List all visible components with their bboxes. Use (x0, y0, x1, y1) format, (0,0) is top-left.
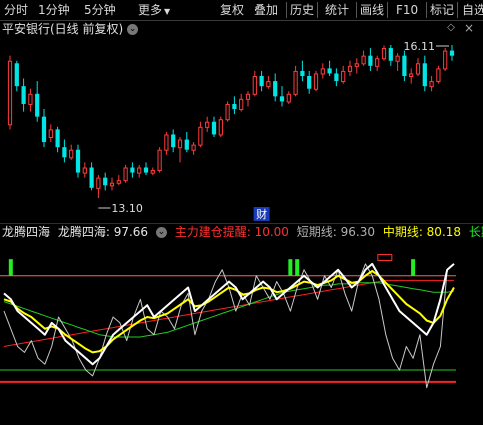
signal-bar (288, 259, 293, 276)
candle-body-up (69, 149, 74, 159)
candle-body-up (150, 170, 155, 174)
candle-body-up (415, 63, 421, 75)
candle-body-up (7, 60, 13, 126)
signal-bar (411, 259, 416, 276)
indicator-main-value: 龙腾四海: 97.66 (57, 225, 149, 239)
candle-body-down (171, 134, 176, 148)
candle-body-up (286, 93, 291, 103)
candle-body-down (232, 103, 237, 110)
candle-body-down (211, 121, 217, 135)
candle-body-down (327, 68, 332, 74)
candle-body-up (177, 139, 183, 149)
candle-body-down (143, 167, 149, 173)
candle-body-down (103, 177, 108, 186)
indicator-name[interactable]: 龙腾四海 (2, 225, 50, 239)
candle-body-up (96, 177, 101, 189)
candle-body-up (436, 68, 441, 83)
candle-body-down (300, 70, 305, 77)
candle-body-down (35, 93, 40, 117)
high-price-label: 16.11 (404, 40, 436, 53)
candle-body-up (347, 65, 353, 72)
candle-body-down (55, 129, 60, 148)
candle-body-down (449, 50, 455, 56)
candle-body-up (245, 93, 251, 100)
candle-body-up (191, 144, 196, 151)
candle-body-down (402, 55, 407, 77)
candle-body-down (14, 63, 19, 87)
candle-body-up (164, 134, 169, 151)
signal-bar (295, 259, 300, 276)
candle-body-down (368, 55, 373, 66)
candle-body-down (41, 116, 47, 143)
candle-body-up (266, 81, 271, 88)
candle-body-up (109, 182, 115, 187)
candle-body-up (361, 55, 366, 65)
candle-body-up (381, 48, 387, 60)
candle-body-up (375, 58, 380, 67)
candle-body-down (422, 63, 427, 87)
candle-body-up (293, 70, 298, 95)
event-badge-label: 财 (256, 207, 267, 221)
candle-body-down (130, 167, 135, 173)
candle-body-up (239, 98, 244, 111)
candle-body-up (429, 81, 434, 88)
indicator-build-alert: 主力建仓提醒: 10.00 (174, 225, 289, 239)
candle-body-up (123, 167, 128, 182)
candle-body-up (225, 103, 230, 121)
indicator-short-line: 短期线: 96.30 (296, 225, 375, 239)
candle-body-down (75, 149, 81, 173)
main-indicator-line (3, 262, 455, 366)
candle-body-up (313, 73, 319, 90)
low-price-label: 13.10 (111, 202, 142, 215)
candle-body-down (273, 81, 278, 97)
candle-body-down (307, 76, 312, 89)
candle-body-down (89, 167, 94, 188)
chart-canvas: 16.11 13.10 财 (0, 20, 483, 389)
candle-body-up (395, 55, 400, 62)
candle-body-up (82, 167, 87, 174)
candle-body-up (205, 121, 210, 128)
candle-body-down (334, 73, 339, 82)
candle-body-up (252, 76, 257, 95)
candle-body-up (116, 180, 121, 184)
candle-body-up (443, 50, 448, 70)
candle-body-down (21, 86, 26, 104)
candle-body-up (157, 149, 162, 172)
candle-body-up (198, 126, 203, 146)
long-term-line (3, 282, 455, 338)
candle-body-down (279, 96, 285, 102)
chevron-down-icon[interactable]: ⌄ (155, 227, 167, 238)
candle-body-up (48, 129, 53, 139)
candle-body-down (62, 147, 67, 158)
indicator-long-line: 长期线: (468, 225, 483, 239)
candle-body-up (354, 63, 359, 67)
indicator-mid-line: 中期线: 80.18 (382, 225, 462, 239)
candle-body-up (341, 70, 346, 83)
candle-body-up (409, 73, 414, 78)
signal-bar (8, 259, 13, 276)
alert-marker (377, 253, 393, 261)
candle-body-up (137, 167, 142, 174)
candle-body-down (388, 48, 393, 61)
candle-body-up (28, 93, 33, 105)
candle-body-up (320, 68, 325, 75)
candle-body-up (218, 119, 223, 136)
candle-body-down (259, 76, 264, 87)
indicator-header: 龙腾四海 龙腾四海: 97.66 ⌄ 主力建仓提醒: 10.00 短期线: 96… (2, 224, 483, 241)
stock-chart-app: 分时 1分钟 5分钟 更多 ▼ 复权 叠加 历史 统计 画线 F10 标记 自选 … (0, 0, 483, 425)
candle-body-down (184, 139, 189, 150)
